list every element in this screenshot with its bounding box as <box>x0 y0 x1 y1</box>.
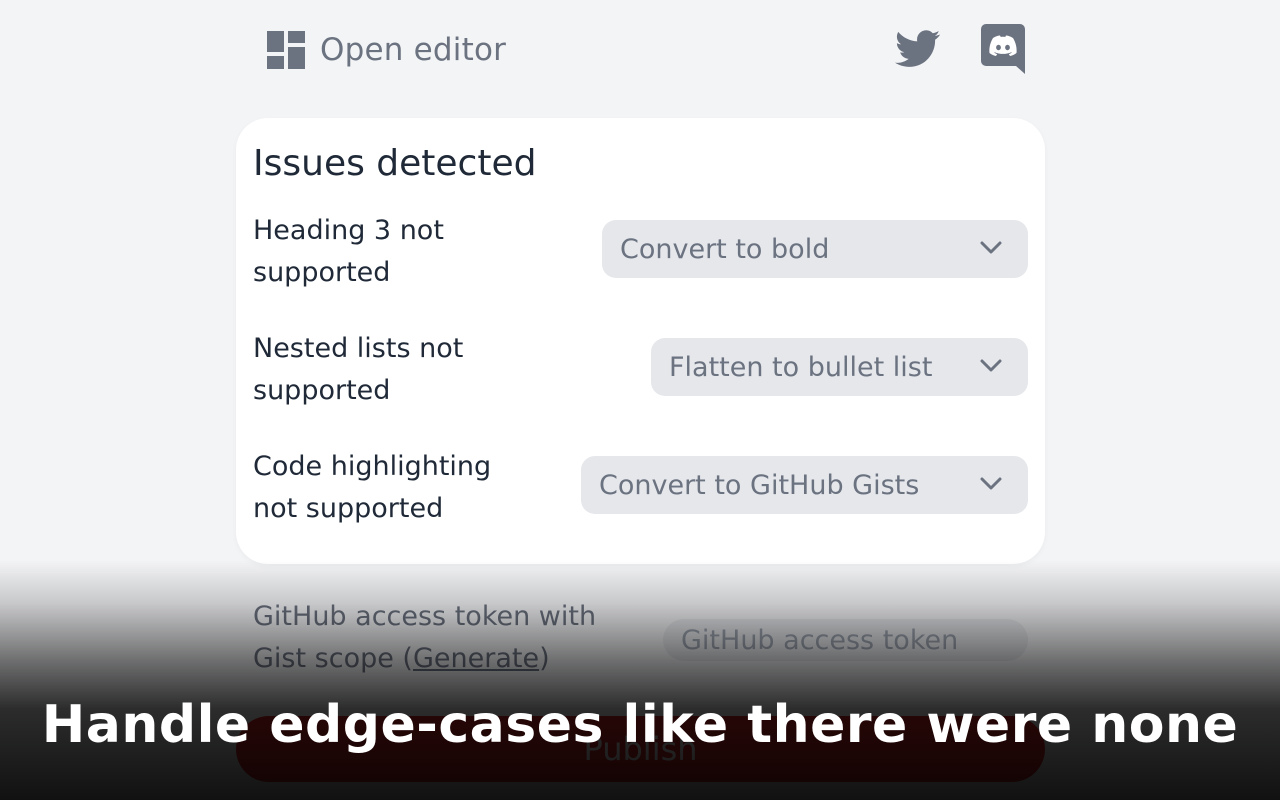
caption-text: Handle edge-cases like there were none <box>41 695 1239 755</box>
generate-token-link[interactable]: Generate <box>413 643 539 674</box>
issue-row-code-highlighting: Code highlighting not supported Convert … <box>253 446 1028 532</box>
issue-row-heading: Heading 3 not supported Convert to bold <box>253 210 1028 296</box>
issue-row-nested-lists: Nested lists not supported Flatten to bu… <box>253 328 1028 414</box>
page: Open editor Issues detected Heading 3 no… <box>0 0 1280 800</box>
issues-title: Issues detected <box>253 143 537 184</box>
select-value: Convert to bold <box>620 233 830 265</box>
chevron-down-icon <box>980 240 1002 259</box>
discord-icon <box>981 24 1025 78</box>
twitter-button[interactable] <box>894 29 942 73</box>
chevron-down-icon <box>980 358 1002 377</box>
issue-label: Code highlighting not supported <box>253 451 492 524</box>
twitter-icon <box>895 30 941 72</box>
issue-label: Nested lists not supported <box>253 333 464 406</box>
open-editor-link[interactable]: Open editor <box>266 30 506 70</box>
code-highlighting-action-select[interactable]: Convert to GitHub Gists <box>581 456 1028 514</box>
issue-label: Heading 3 not supported <box>253 215 444 288</box>
select-value: Flatten to bullet list <box>669 351 933 383</box>
header: Open editor <box>266 24 1026 78</box>
heading-action-select[interactable]: Convert to bold <box>602 220 1028 278</box>
github-token-label: GitHub access token with Gist scope (Gen… <box>253 596 613 680</box>
github-token-input[interactable] <box>663 619 1028 661</box>
open-editor-label: Open editor <box>320 32 507 68</box>
issues-card: Issues detected Heading 3 not supported … <box>236 118 1045 564</box>
token-label-suffix: ) <box>539 643 550 674</box>
discord-button[interactable] <box>980 24 1026 78</box>
chevron-down-icon <box>980 476 1002 495</box>
nested-lists-action-select[interactable]: Flatten to bullet list <box>651 338 1028 396</box>
dashboard-layout-icon <box>266 30 306 70</box>
select-value: Convert to GitHub Gists <box>599 469 920 501</box>
